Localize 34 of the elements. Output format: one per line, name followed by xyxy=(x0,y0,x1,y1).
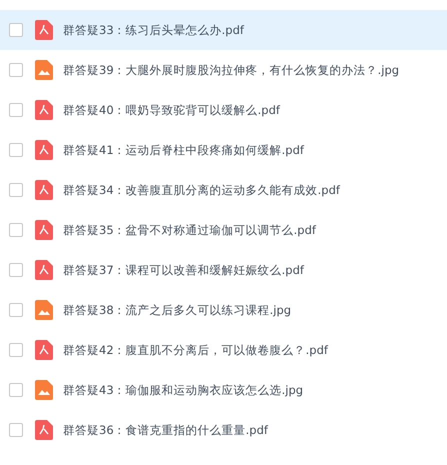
checkbox[interactable] xyxy=(9,183,23,197)
file-name: 群答疑37：课程可以改善和缓解妊娠纹么.pdf xyxy=(63,262,304,278)
file-name: 群答疑39：大腿外展时腹股沟拉伸疼，有什么恢复的办法？.jpg xyxy=(63,62,400,78)
pdf-file-icon xyxy=(35,260,53,280)
file-name: 群答疑33：练习后头晕怎么办.pdf xyxy=(63,22,244,38)
checkbox[interactable] xyxy=(9,263,23,277)
file-name: 群答疑36：食谱克重指的什么重量.pdf xyxy=(63,422,268,438)
file-name: 群答疑35：盆骨不对称通过瑜伽可以调节么.pdf xyxy=(63,222,316,238)
file-name: 群答疑40：喂奶导致驼背可以缓解么.pdf xyxy=(63,102,280,118)
file-name: 群答疑38：流产之后多久可以练习课程.jpg xyxy=(63,302,292,318)
pdf-file-icon xyxy=(35,420,53,440)
image-file-icon xyxy=(35,380,53,400)
checkbox[interactable] xyxy=(9,143,23,157)
pdf-file-icon xyxy=(35,140,53,160)
image-file-icon xyxy=(35,300,53,320)
checkbox[interactable] xyxy=(9,303,23,317)
pdf-file-icon xyxy=(35,100,53,120)
pdf-file-icon xyxy=(35,220,53,240)
checkbox[interactable] xyxy=(9,103,23,117)
checkbox[interactable] xyxy=(9,423,23,437)
checkbox[interactable] xyxy=(9,223,23,237)
file-row[interactable]: 群答疑33：练习后头晕怎么办.pdf xyxy=(0,10,447,50)
pdf-file-icon xyxy=(35,340,53,360)
checkbox[interactable] xyxy=(9,23,23,37)
image-file-icon xyxy=(35,60,53,80)
checkbox[interactable] xyxy=(9,63,23,77)
pdf-file-icon xyxy=(35,20,53,40)
checkbox[interactable] xyxy=(9,343,23,357)
file-name: 群答疑43：瑜伽服和运动胸衣应该怎么选.jpg xyxy=(63,382,304,398)
file-name: 群答疑42：腹直肌不分离后，可以做卷腹么？.pdf xyxy=(63,342,328,358)
file-name: 群答疑41：运动后脊柱中段疼痛如何缓解.pdf xyxy=(63,142,304,158)
checkbox[interactable] xyxy=(9,383,23,397)
file-name: 群答疑34：改善腹直肌分离的运动多久能有成效.pdf xyxy=(63,182,340,198)
pdf-file-icon xyxy=(35,180,53,200)
